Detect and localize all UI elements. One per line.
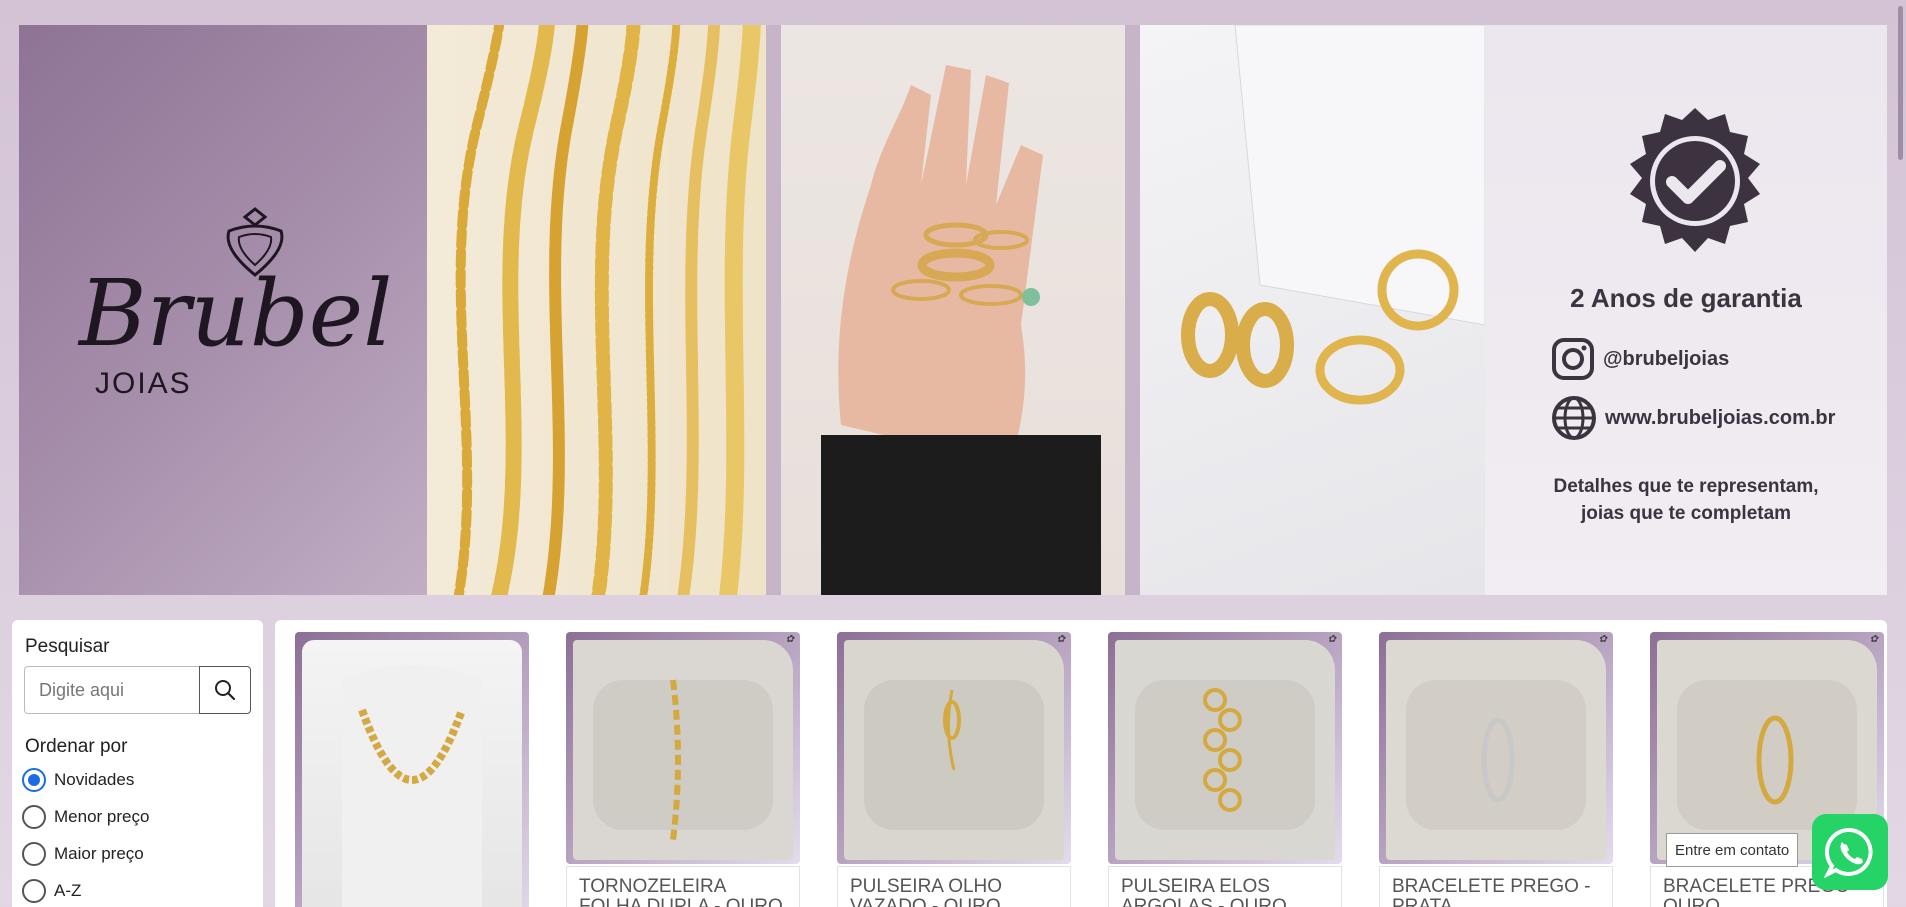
banner-logo-panel: Brubel JOIAS	[19, 25, 427, 595]
product-name[interactable]: PULSEIRA ELOS ARGOLAS - OURO	[1108, 866, 1342, 907]
sort-option-a-z[interactable]: A-Z	[22, 879, 81, 903]
product-card[interactable]: ✿ BRACELETE PREGO - PRATA	[1379, 632, 1613, 907]
sort-option-label: Maior preço	[54, 844, 144, 863]
svg-text:Brubel: Brubel	[77, 260, 393, 367]
page-scrollbar[interactable]	[1894, 0, 1906, 907]
slogan-line-2: joias que te completam	[1580, 503, 1792, 524]
globe-icon	[1552, 396, 1596, 440]
brand-mark-icon: ✿	[785, 634, 794, 645]
radio-checked[interactable]	[22, 768, 46, 792]
brand-mark-icon: ✿	[1598, 634, 1607, 645]
brand-mark-icon: ✿	[1869, 634, 1878, 645]
check-badge-icon	[1630, 108, 1760, 252]
radio[interactable]	[22, 879, 46, 903]
whatsapp-icon	[1824, 827, 1873, 878]
website-url: www.brubeljoias.com.br	[1605, 406, 1836, 429]
contact-tooltip: Entre em contato	[1666, 833, 1799, 867]
instagram-handle: @brubeljoias	[1603, 347, 1730, 370]
product-grid: ✿ TORNOZELEIRA FOLHA DUPLA - OURO ✿ PULS…	[275, 620, 1887, 907]
panel-divider	[1125, 25, 1140, 595]
product-card[interactable]: ✿ TORNOZELEIRA FOLHA DUPLA - OURO	[566, 632, 800, 907]
filter-sidebar: Pesquisar Ordenar por Novidades Menor pr…	[12, 620, 263, 907]
sort-label: Ordenar por	[25, 736, 128, 757]
instagram-icon	[1552, 338, 1594, 380]
product-name[interactable]: TORNOZELEIRA FOLHA DUPLA - OURO	[566, 866, 800, 907]
sort-option-menor-preco[interactable]: Menor preço	[22, 805, 149, 829]
sort-option-novidades[interactable]: Novidades	[22, 768, 134, 792]
rings-photo	[781, 25, 1125, 595]
brand-mark-icon: ✿	[1327, 634, 1336, 645]
product-image[interactable]	[844, 640, 1064, 860]
product-image[interactable]	[1115, 640, 1335, 860]
website-line: www.brubeljoias.com.br	[1551, 395, 1835, 441]
search-input[interactable]	[24, 666, 199, 714]
slogan-line-1: Detalhes que te representam,	[1553, 476, 1819, 497]
product-card[interactable]: ✿ PULSEIRA ELOS ARGOLAS - OURO	[1108, 632, 1342, 907]
search-bar	[24, 666, 251, 714]
scrollbar-thumb[interactable]	[1898, 6, 1903, 160]
logo-subtitle: JOIAS	[95, 367, 192, 400]
chains-photo	[427, 25, 766, 595]
earrings-photo	[1140, 25, 1485, 595]
sort-option-label: A-Z	[54, 881, 82, 900]
instagram-line: @brubeljoias	[1551, 337, 1729, 381]
product-name[interactable]: BRACELETE PREGO - PRATA	[1379, 866, 1613, 907]
search-button[interactable]	[199, 666, 251, 714]
sort-option-maior-preco[interactable]: Maior preço	[22, 842, 144, 866]
product-card[interactable]: ✿ PULSEIRA OLHO VAZADO - OURO	[837, 632, 1071, 907]
product-image[interactable]	[302, 640, 522, 907]
product-name[interactable]: PULSEIRA OLHO VAZADO - OURO	[837, 866, 1071, 907]
panel-divider	[766, 25, 781, 595]
sort-option-label: Novidades	[54, 770, 135, 789]
sort-option-label: Menor preço	[54, 807, 150, 826]
warranty-info-panel: 2 Anos de garantia @brubeljoias www.brub…	[1485, 25, 1887, 595]
slogan: Detalhes que te representam, joias que t…	[1485, 473, 1887, 527]
search-label: Pesquisar	[25, 636, 110, 657]
warranty-text: 2 Anos de garantia	[1570, 283, 1802, 313]
product-image[interactable]	[1386, 640, 1606, 860]
whatsapp-button[interactable]	[1812, 814, 1888, 890]
brand-mark-icon: ✿	[1056, 634, 1065, 645]
product-card[interactable]	[295, 632, 529, 907]
product-image[interactable]	[573, 640, 793, 860]
radio[interactable]	[22, 842, 46, 866]
brubel-logo: Brubel	[77, 207, 393, 367]
hero-banner: Brubel JOIAS 2 Anos de garantia @brubelj…	[19, 25, 1887, 595]
radio[interactable]	[22, 805, 46, 829]
search-icon	[215, 680, 236, 701]
